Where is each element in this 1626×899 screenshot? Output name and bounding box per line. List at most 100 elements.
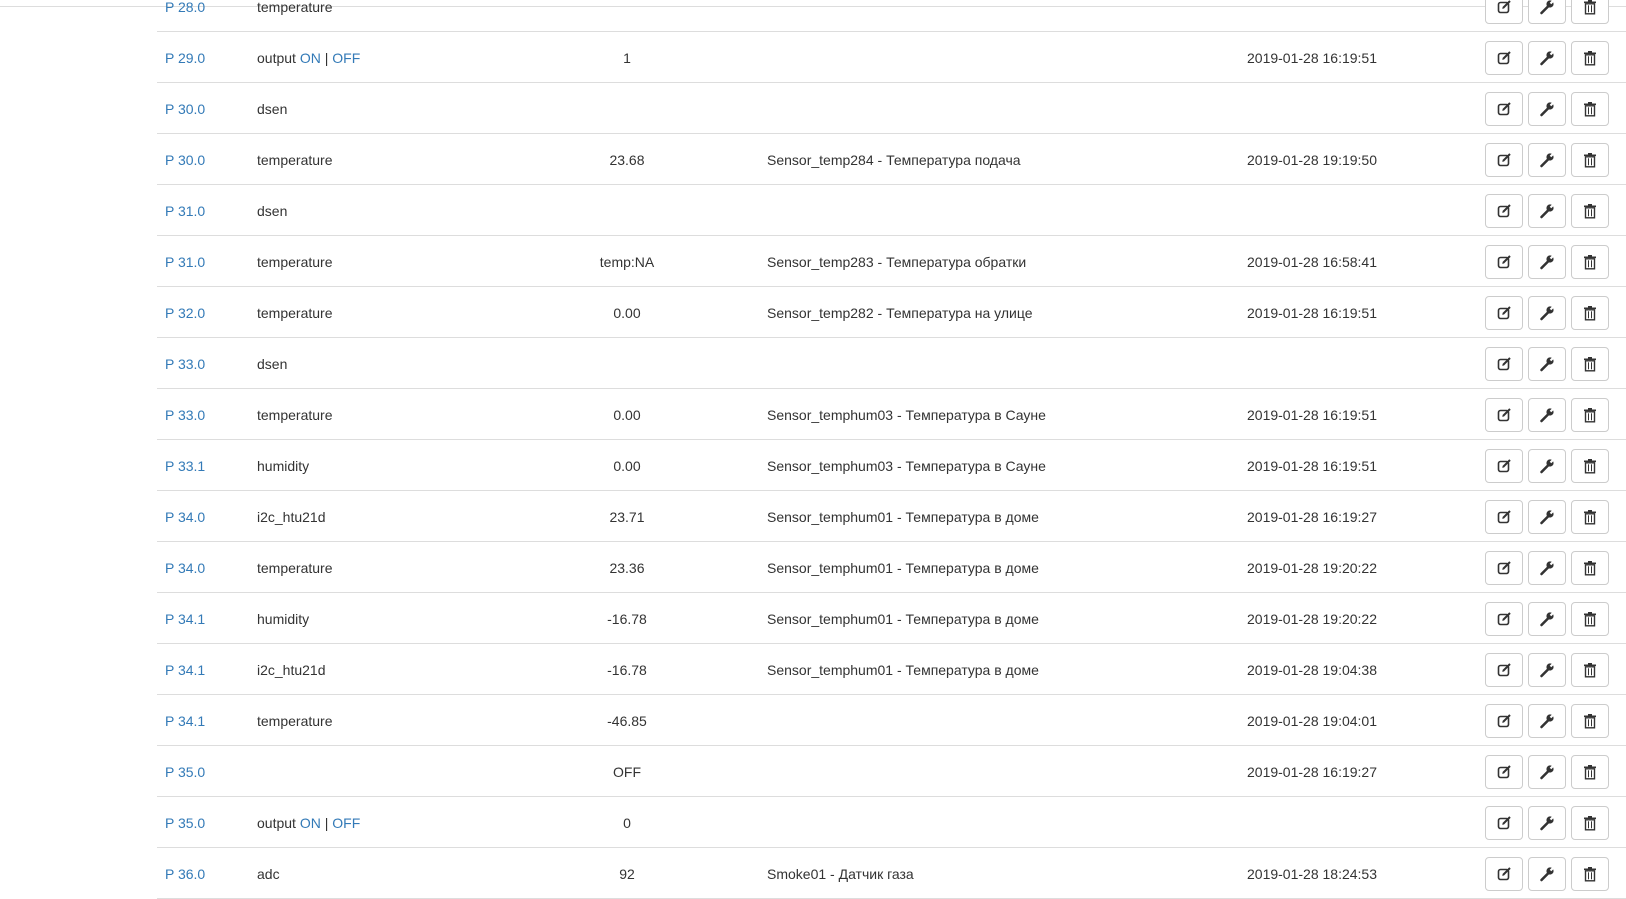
port-link[interactable]: P 29.0 [165,50,205,66]
delete-button[interactable] [1571,194,1609,228]
delete-button[interactable] [1571,0,1609,24]
settings-button[interactable] [1528,143,1566,177]
delete-button[interactable] [1571,449,1609,483]
edit-button[interactable] [1485,755,1523,789]
settings-button[interactable] [1528,500,1566,534]
delete-button[interactable] [1571,92,1609,126]
delete-button[interactable] [1571,551,1609,585]
row-actions [1485,755,1615,791]
port-link[interactable]: P 34.1 [165,662,205,678]
date-cell: 2019-01-28 19:04:01 [1247,713,1377,729]
type-cell: temperature [257,254,332,270]
settings-button[interactable] [1528,398,1566,432]
settings-button[interactable] [1528,551,1566,585]
port-link[interactable]: P 33.0 [165,356,205,372]
delete-button[interactable] [1571,755,1609,789]
table-row: P 34.1 humidity -16.78 Sensor_temphum01 - Т… [157,593,1626,644]
edit-button[interactable] [1485,449,1523,483]
port-link[interactable]: P 33.0 [165,407,205,423]
edit-button[interactable] [1485,245,1523,279]
port-link[interactable]: P 33.1 [165,458,205,474]
delete-button[interactable] [1571,245,1609,279]
table-row: P 34.0 temperature 23.36 Sensor_temphum01 -… [157,542,1626,593]
edit-button[interactable] [1485,857,1523,891]
edit-button[interactable] [1485,602,1523,636]
delete-button[interactable] [1571,347,1609,381]
edit-button[interactable] [1485,500,1523,534]
port-link[interactable]: P 34.1 [165,713,205,729]
edit-button[interactable] [1485,92,1523,126]
port-link[interactable]: P 35.0 [165,815,205,831]
settings-button[interactable] [1528,92,1566,126]
settings-button[interactable] [1528,296,1566,330]
settings-button[interactable] [1528,0,1566,24]
type-cell: temperature [257,305,332,321]
port-cell: P 36.0 [165,866,205,882]
port-link[interactable]: P 36.0 [165,866,205,882]
settings-button[interactable] [1528,653,1566,687]
date-cell: 2019-01-28 16:19:51 [1247,458,1377,474]
delete-button[interactable] [1571,602,1609,636]
port-link[interactable]: P 30.0 [165,101,205,117]
row-actions [1485,551,1615,587]
output-off-link[interactable]: OFF [332,815,360,831]
edit-button[interactable] [1485,398,1523,432]
edit-button[interactable] [1485,41,1523,75]
edit-button[interactable] [1485,143,1523,177]
separator: | [324,815,329,831]
settings-button[interactable] [1528,194,1566,228]
port-link[interactable]: P 30.0 [165,152,205,168]
delete-button[interactable] [1571,857,1609,891]
delete-button[interactable] [1571,806,1609,840]
date-cell: 2019-01-28 16:58:41 [1247,254,1377,270]
port-link[interactable]: P 34.1 [165,611,205,627]
edit-button[interactable] [1485,806,1523,840]
port-link[interactable]: P 31.0 [165,254,205,270]
port-link[interactable]: P 32.0 [165,305,205,321]
delete-button[interactable] [1571,704,1609,738]
type-cell: dsen [257,203,287,219]
table-row: P 34.0 i2c_htu21d 23.71 Sensor_temphum01 - … [157,491,1626,542]
row-actions [1485,602,1615,638]
output-on-link[interactable]: ON [300,815,321,831]
type-label: temperature [257,152,333,168]
table-row: P 33.0 dsen [157,338,1626,389]
settings-button[interactable] [1528,245,1566,279]
edit-button[interactable] [1485,653,1523,687]
settings-button[interactable] [1528,41,1566,75]
port-link[interactable]: P 35.0 [165,764,205,780]
output-on-link[interactable]: ON [300,50,321,66]
type-label: temperature [257,0,333,15]
table-row: P 35.0 output ON | OFF 0 [157,797,1626,848]
edit-button[interactable] [1485,0,1523,24]
row-actions [1485,347,1615,383]
port-link[interactable]: P 31.0 [165,203,205,219]
date-cell: 2019-01-28 16:19:51 [1247,50,1377,66]
port-link[interactable]: P 34.0 [165,509,205,525]
port-link[interactable]: P 28.0 [165,0,205,15]
settings-button[interactable] [1528,755,1566,789]
value-cell: 0.00 [613,407,641,423]
settings-button[interactable] [1528,449,1566,483]
edit-button[interactable] [1485,551,1523,585]
port-cell: P 34.1 [165,662,205,678]
edit-button[interactable] [1485,194,1523,228]
settings-button[interactable] [1528,857,1566,891]
date-cell: 2019-01-28 18:24:53 [1247,866,1377,882]
settings-button[interactable] [1528,602,1566,636]
edit-button[interactable] [1485,347,1523,381]
settings-button[interactable] [1528,806,1566,840]
settings-button[interactable] [1528,347,1566,381]
delete-button[interactable] [1571,653,1609,687]
delete-button[interactable] [1571,296,1609,330]
delete-button[interactable] [1571,500,1609,534]
delete-button[interactable] [1571,398,1609,432]
settings-button[interactable] [1528,704,1566,738]
output-off-link[interactable]: OFF [332,50,360,66]
type-label: humidity [257,458,310,474]
port-link[interactable]: P 34.0 [165,560,205,576]
edit-button[interactable] [1485,704,1523,738]
delete-button[interactable] [1571,41,1609,75]
delete-button[interactable] [1571,143,1609,177]
edit-button[interactable] [1485,296,1523,330]
